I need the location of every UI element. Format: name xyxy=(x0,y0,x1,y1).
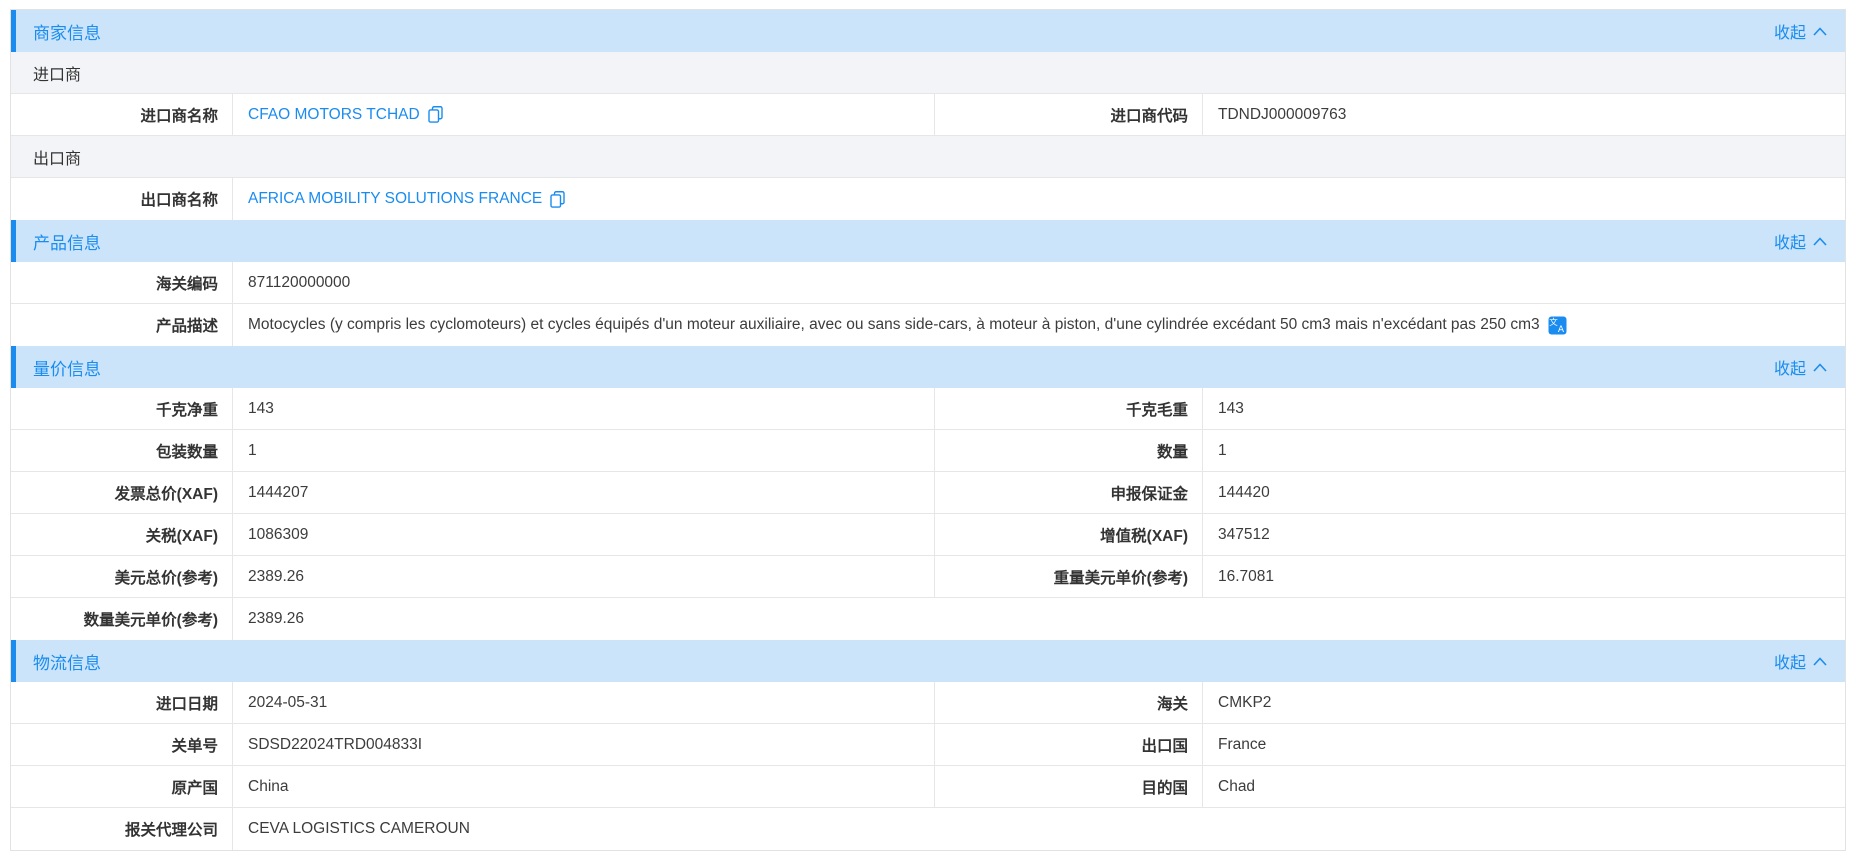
usd-total-label: 美元总价(参考) xyxy=(11,556,233,597)
customs-agent-label: 报关代理公司 xyxy=(11,808,233,850)
importer-name-label: 进口商名称 xyxy=(11,94,233,135)
importer-code-value: TDNDJ000009763 xyxy=(1203,94,1845,135)
import-date-value: 2024-05-31 xyxy=(233,682,935,723)
row-exporter: 出口商名称 AFRICA MOBILITY SOLUTIONS FRANCE xyxy=(11,178,1845,220)
net-weight-label: 千克净重 xyxy=(11,388,233,429)
row-quantity: 包装数量 1 数量 1 xyxy=(11,430,1845,472)
invoice-total-label: 发票总价(XAF) xyxy=(11,472,233,513)
row-importer: 进口商名称 CFAO MOTORS TCHAD 进口商代码 TDNDJ00000… xyxy=(11,94,1845,136)
svg-text:A: A xyxy=(1558,325,1565,335)
merchant-section-header: 商家信息 收起 xyxy=(11,10,1845,52)
collapse-label: 收起 xyxy=(1774,355,1806,379)
collapse-label: 收起 xyxy=(1774,229,1806,253)
product-section-header: 产品信息 收起 xyxy=(11,220,1845,262)
customs-value: CMKP2 xyxy=(1203,682,1845,723)
importer-subheader: 进口商 xyxy=(11,52,1845,94)
row-customs-agent: 报关代理公司 CEVA LOGISTICS CAMEROUN xyxy=(11,808,1845,850)
chevron-up-icon xyxy=(1813,237,1827,246)
row-tax: 关税(XAF) 1086309 增值税(XAF) 347512 xyxy=(11,514,1845,556)
copy-icon[interactable] xyxy=(428,106,443,123)
product-collapse-button[interactable]: 收起 xyxy=(1774,229,1845,253)
usd-unit-price-weight-value: 16.7081 xyxy=(1203,556,1845,597)
origin-country-value: China xyxy=(233,766,935,807)
product-description-label: 产品描述 xyxy=(11,304,233,346)
exporter-name-label: 出口商名称 xyxy=(11,178,233,220)
copy-icon[interactable] xyxy=(550,191,565,208)
vat-label: 增值税(XAF) xyxy=(935,514,1203,555)
section-logistics: 物流信息 收起 进口日期 2024-05-31 海关 CMKP2 关单号 SDS… xyxy=(11,640,1845,850)
chevron-up-icon xyxy=(1813,27,1827,36)
exporter-name-cell: AFRICA MOBILITY SOLUTIONS FRANCE xyxy=(233,178,1845,220)
quantity-value: 1 xyxy=(1203,430,1845,471)
row-weight: 千克净重 143 千克毛重 143 xyxy=(11,388,1845,430)
translate-icon[interactable]: 文A xyxy=(1548,316,1567,335)
usd-unit-price-weight-label: 重量美元单价(参考) xyxy=(935,556,1203,597)
customs-label: 海关 xyxy=(935,682,1203,723)
customs-duty-value: 1086309 xyxy=(233,514,935,555)
product-description-text: Motocycles (y compris les cyclomoteurs) … xyxy=(248,316,1540,334)
merchant-collapse-button[interactable]: 收起 xyxy=(1774,19,1845,43)
customs-agent-value: CEVA LOGISTICS CAMEROUN xyxy=(233,808,1845,850)
section-merchant: 商家信息 收起 进口商 进口商名称 CFAO MOTORS TCHAD 进口商代… xyxy=(11,10,1845,220)
exporter-name-link[interactable]: AFRICA MOBILITY SOLUTIONS FRANCE xyxy=(248,190,542,208)
product-section-title: 产品信息 xyxy=(16,229,101,254)
trade-record-detail: 商家信息 收起 进口商 进口商名称 CFAO MOTORS TCHAD 进口商代… xyxy=(10,9,1846,851)
quantity-price-section-title: 量价信息 xyxy=(16,355,101,380)
importer-name-cell: CFAO MOTORS TCHAD xyxy=(233,94,935,135)
dest-country-value: Chad xyxy=(1203,766,1845,807)
chevron-up-icon xyxy=(1813,363,1827,372)
net-weight-value: 143 xyxy=(233,388,935,429)
importer-name-link[interactable]: CFAO MOTORS TCHAD xyxy=(248,106,420,124)
row-declaration: 关单号 SDSD22024TRD004833I 出口国 France xyxy=(11,724,1845,766)
declared-deposit-value: 144420 xyxy=(1203,472,1845,513)
row-hs-code: 海关编码 871120000000 xyxy=(11,262,1845,304)
export-country-value: France xyxy=(1203,724,1845,765)
product-description-cell: Motocycles (y compris les cyclomoteurs) … xyxy=(233,304,1845,346)
collapse-label: 收起 xyxy=(1774,649,1806,673)
dest-country-label: 目的国 xyxy=(935,766,1203,807)
usd-total-value: 2389.26 xyxy=(233,556,935,597)
customs-duty-label: 关税(XAF) xyxy=(11,514,233,555)
package-qty-value: 1 xyxy=(233,430,935,471)
logistics-collapse-button[interactable]: 收起 xyxy=(1774,649,1845,673)
usd-unit-price-qty-value: 2389.26 xyxy=(233,598,1845,640)
export-country-label: 出口国 xyxy=(935,724,1203,765)
hs-code-label: 海关编码 xyxy=(11,262,233,303)
package-qty-label: 包装数量 xyxy=(11,430,233,471)
quantity-price-section-header: 量价信息 收起 xyxy=(11,346,1845,388)
row-invoice: 发票总价(XAF) 1444207 申报保证金 144420 xyxy=(11,472,1845,514)
declared-deposit-label: 申报保证金 xyxy=(935,472,1203,513)
hs-code-value: 871120000000 xyxy=(233,262,1845,303)
section-quantity-price: 量价信息 收起 千克净重 143 千克毛重 143 包装数量 1 数量 1 发票… xyxy=(11,346,1845,640)
importer-code-label: 进口商代码 xyxy=(935,94,1203,135)
row-usd-unit-qty: 数量美元单价(参考) 2389.26 xyxy=(11,598,1845,640)
usd-unit-price-qty-label: 数量美元单价(参考) xyxy=(11,598,233,640)
quantity-label: 数量 xyxy=(935,430,1203,471)
row-product-description: 产品描述 Motocycles (y compris les cyclomote… xyxy=(11,304,1845,346)
invoice-total-value: 1444207 xyxy=(233,472,935,513)
row-import-date: 进口日期 2024-05-31 海关 CMKP2 xyxy=(11,682,1845,724)
quantity-price-collapse-button[interactable]: 收起 xyxy=(1774,355,1845,379)
exporter-subheader: 出口商 xyxy=(11,136,1845,178)
logistics-section-title: 物流信息 xyxy=(16,649,101,674)
origin-country-label: 原产国 xyxy=(11,766,233,807)
svg-text:文: 文 xyxy=(1549,317,1558,328)
row-countries: 原产国 China 目的国 Chad xyxy=(11,766,1845,808)
declaration-no-value: SDSD22024TRD004833I xyxy=(233,724,935,765)
import-date-label: 进口日期 xyxy=(11,682,233,723)
collapse-label: 收起 xyxy=(1774,19,1806,43)
declaration-no-label: 关单号 xyxy=(11,724,233,765)
chevron-up-icon xyxy=(1813,657,1827,666)
logistics-section-header: 物流信息 收起 xyxy=(11,640,1845,682)
row-usd-price: 美元总价(参考) 2389.26 重量美元单价(参考) 16.7081 xyxy=(11,556,1845,598)
gross-weight-value: 143 xyxy=(1203,388,1845,429)
merchant-section-title: 商家信息 xyxy=(16,19,101,44)
vat-value: 347512 xyxy=(1203,514,1845,555)
section-product: 产品信息 收起 海关编码 871120000000 产品描述 Motocycle… xyxy=(11,220,1845,346)
gross-weight-label: 千克毛重 xyxy=(935,388,1203,429)
